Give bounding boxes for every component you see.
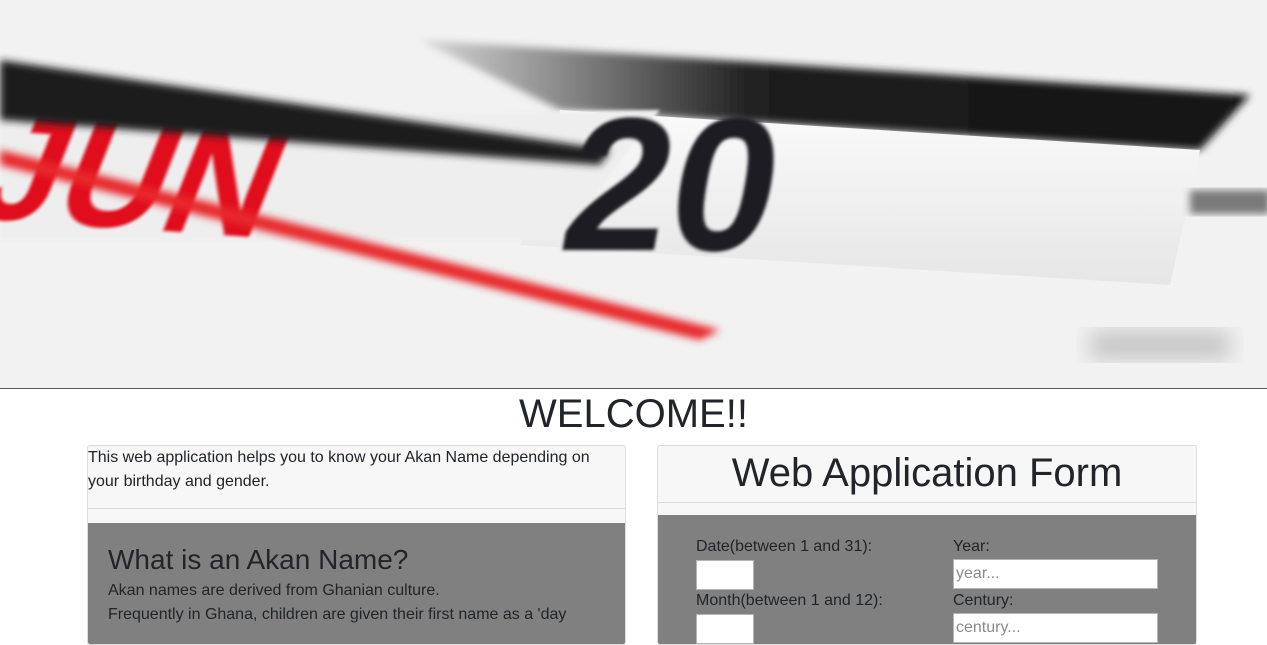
century-label: Century: (953, 592, 1014, 609)
date-input[interactable] (696, 560, 754, 590)
hero-day-text: 20 (549, 78, 798, 290)
form-card: Web Application Form Date(between 1 and … (657, 445, 1197, 645)
akan-description-line-2: Frequently in Ghana, children are given … (108, 606, 567, 623)
welcome-heading: WELCOME!! (519, 392, 748, 436)
month-input[interactable] (696, 614, 754, 644)
month-label: Month(between 1 and 12): (696, 592, 883, 609)
intro-text: This web application helps you to know y… (88, 446, 625, 509)
hero-banner: JUN 20 (0, 0, 1267, 389)
akan-description-line-1: Akan names are derived from Ghanian cult… (108, 582, 440, 599)
akan-heading: What is an Akan Name? (108, 544, 409, 575)
form-panel: Date(between 1 and 31): Month(between 1 … (658, 515, 1196, 644)
century-input[interactable] (953, 613, 1158, 643)
akan-info-panel: What is an Akan Name? Akan names are der… (88, 523, 625, 644)
form-title: Web Application Form (658, 446, 1196, 503)
akan-description: Akan names are derived from Ghanian cult… (108, 579, 605, 627)
info-card: This web application helps you to know y… (87, 445, 626, 645)
calendar-hero-image: JUN 20 (0, 0, 1267, 388)
year-label: Year: (953, 538, 990, 555)
year-input[interactable] (953, 559, 1158, 589)
date-label: Date(between 1 and 31): (696, 538, 873, 555)
